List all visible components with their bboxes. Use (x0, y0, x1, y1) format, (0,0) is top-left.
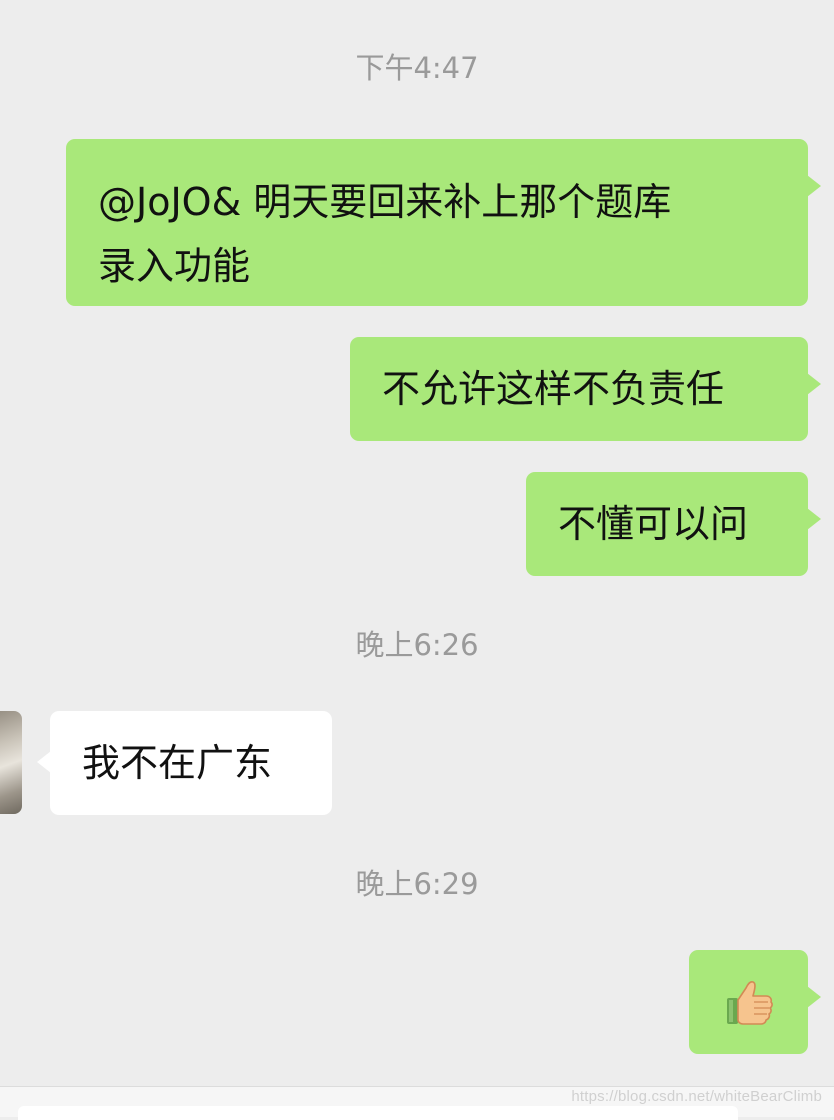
timestamp: 晚上6:29 (355, 867, 479, 901)
message-text: 不懂可以问 (558, 502, 749, 546)
message-bubble-sent[interactable]: @JoJO& 明天要回来补上那个题库 录入功能 (66, 139, 821, 306)
message-text: 我不在广东 (82, 741, 273, 785)
message-bubble-sent[interactable]: 不允许这样不负责任 (350, 337, 821, 441)
message-bubble-received[interactable]: 我不在广东 (37, 711, 332, 815)
message-text: @JoJO& 明天要回来补上那个题库 (98, 180, 672, 224)
avatar[interactable] (0, 711, 22, 814)
timestamp: 晚上6:26 (355, 628, 479, 662)
timestamp: 下午4:47 (355, 51, 479, 85)
message-bubble-sent[interactable]: 不懂可以问 (526, 472, 821, 576)
thumbs-up-emoji-icon (726, 981, 773, 1025)
message-text: 不允许这样不负责任 (382, 367, 725, 411)
message-text: 录入功能 (98, 244, 251, 288)
watermark: https://blog.csdn.net/whiteBearClimb (571, 1088, 822, 1105)
message-bubble-sent[interactable] (689, 950, 821, 1054)
message-input[interactable] (18, 1106, 738, 1120)
